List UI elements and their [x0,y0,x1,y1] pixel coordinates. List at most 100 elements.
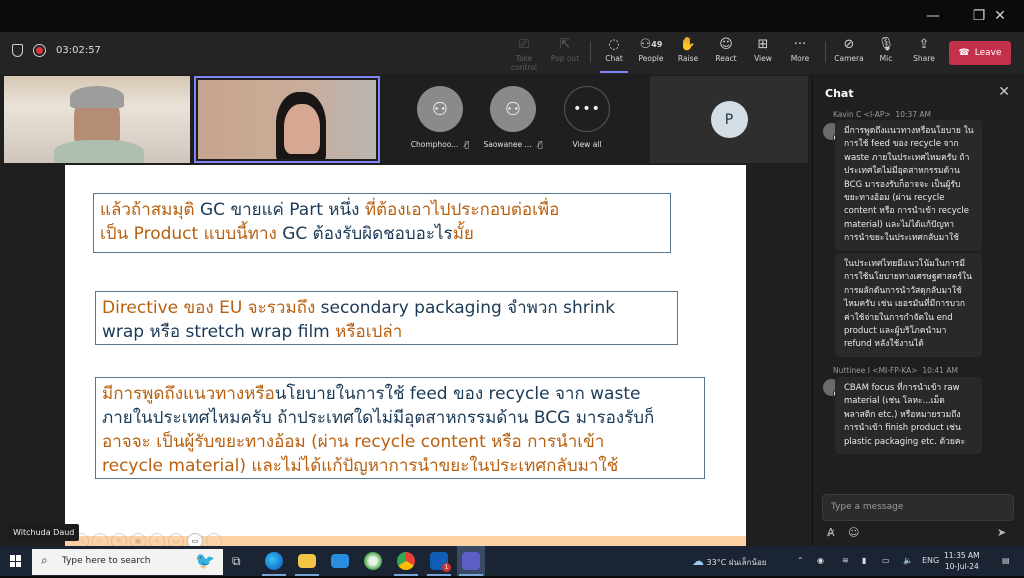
slide-text-run: wrap หรือ stretch wrap film [102,322,336,342]
chat-title: Chat [825,87,854,100]
people-label: People [638,54,664,63]
toolbar-divider [590,41,591,63]
send-icon[interactable]: ➤ [997,526,1006,539]
more-icon: ••• [564,86,610,132]
outlook-icon[interactable]: 1 [430,552,451,572]
slide-text-run: มั้ย [452,224,474,244]
react-label: React [715,54,737,63]
task-view-icon[interactable]: ⧉ [232,552,250,570]
person-icon: ⚇ [490,86,536,132]
slide-text-line: เป็น Product แบบนี้ทาง GC ต้องรับผิดชอบอ… [100,222,664,246]
network-icon[interactable]: ≋ [842,546,849,576]
record-icon[interactable]: ◉ [817,546,824,576]
weather-widget[interactable]: ☁ 33°C ฝนเล็กน้อย [692,546,766,578]
language-indicator[interactable]: ENG [922,546,939,576]
participant-saowanee[interactable]: ⚇ Saowanee ... 🎙̸ [478,86,548,149]
more-label: More [790,54,810,63]
battery-icon[interactable]: ▭ [882,546,890,576]
volume-icon[interactable]: 🔈 [903,546,913,576]
share-label: Share [913,54,935,63]
slide-text-run: แล้วถ้าสมมุติ [100,200,200,220]
windows-taskbar: ⌕ Type here to search 🐦 ⧉ 1 ☁ 33°C ฝนเล็… [0,546,1024,576]
taskbar-search-input[interactable]: ⌕ Type here to search 🐦 [32,549,223,575]
raise-label: Raise [677,54,699,63]
file-explorer-icon[interactable] [298,554,316,568]
slide-text-run: GC ขายแค่ Part หนึ่ง [200,200,365,220]
slide-text-run: หรือเปล่า [335,322,403,342]
more-icon: ··· [793,37,807,52]
meeting-timer: 03:02:57 [56,45,101,56]
notification-center-icon[interactable]: ▤ [1002,546,1010,576]
take-control-button[interactable]: ⎚ Take control [502,36,546,72]
mic-muted-icon: 🎙̸ [464,140,470,149]
avatar-initial: P [710,101,748,138]
view-all-label: View all [572,140,602,149]
format-icon[interactable]: A̷ [827,526,835,539]
mail-icon[interactable] [331,554,349,568]
slide-text-run: นโยบายในการใช้ feed ของ recycle จาก wast… [274,384,641,404]
slide-text-run: secondary packaging จำพวก shrink [320,298,616,318]
message-time: 10:37 AM [895,110,932,119]
pop-out-icon: ⇱ [559,37,571,52]
phone-hangup-icon: ☎ [958,48,970,58]
minimize-button[interactable]: — [918,6,948,26]
participant-p-tile[interactable]: P [650,76,808,163]
chat-message-bubble: CBAM focus ที่การนำเข้า raw material (เช… [835,377,982,455]
cloud-rain-icon: ☁ [692,554,704,568]
edge-icon[interactable] [265,552,283,570]
pop-out-button[interactable]: ⇱ Pop out [543,36,587,70]
participant-video-tile[interactable] [4,76,190,163]
active-speaker-video-tile[interactable] [194,76,380,163]
close-window-button[interactable]: ✕ [985,6,1015,26]
presenter-name-tag: Witchuda Daud [8,524,80,541]
slide-text-run: อาจจะ เป็นผู้รับขยะทางอ้อม (ผ่าน recycle… [102,432,605,452]
message-time: 10:41 AM [922,366,958,375]
slide-text-run: ที่ต้องเอาไปประกอบต่อเพื่อ [364,200,560,220]
slide-question-box-2: Directive ของ EU จะรวมถึง secondary pack… [95,291,678,345]
microphone-icon[interactable]: ▮ [862,546,866,576]
share-icon: ⇪ [918,37,930,52]
leave-button[interactable]: ☎ Leave [949,41,1011,65]
notification-badge: 1 [442,563,451,572]
weather-text: 33°C ฝนเล็กน้อย [706,558,767,567]
search-placeholder: Type here to search [62,556,151,566]
teams-taskbar-active[interactable] [457,546,485,576]
toolbar-divider [825,41,826,63]
message-author: Nuttinee I <MI-FP-KA> [833,366,918,375]
mic-label: Mic [879,54,893,63]
more-button[interactable]: ··· More [778,36,822,70]
mic-muted-icon: 🎙̸ [537,140,543,149]
take-control-label: Take control [511,54,537,72]
taskbar-clock[interactable]: 11:35 AM 10-Jul-24 [944,550,980,572]
toucan-icon: 🐦 [195,551,215,570]
chat-message-meta: Nuttinee I <MI-FP-KA> 10:41 AM [833,366,958,375]
participant-chomphoo[interactable]: ⚇ Chomphoo... 🎙̸ [405,86,475,149]
slide-text-line: wrap หรือ stretch wrap film หรือเปล่า [102,320,671,344]
close-icon[interactable]: ✕ [998,84,1010,100]
teams-icon [462,552,480,570]
pop-out-label: Pop out [550,54,580,63]
clock-time: 11:35 AM [944,551,980,560]
show-hidden-icons[interactable]: ⌃ [797,546,804,576]
chat-message-bubble: มีการพูดถึงแนวทางหรือนโยบาย ในการใช้ fee… [835,120,982,251]
camera-label: Camera [834,54,864,63]
participant-face [284,104,320,154]
slide-question-box-1: แล้วถ้าสมมุติ GC ขายแค่ Part หนึ่ง ที่ต้… [93,193,671,253]
people-count: 49 [651,40,663,49]
chrome-icon[interactable] [397,552,415,570]
clock-date: 10-Jul-24 [944,562,979,571]
slide-text-run: Directive ของ EU จะรวมถึง [102,298,321,318]
chat-compose-input[interactable]: Type a message [822,494,1014,521]
slide-text-run: ภายในประเทศไหมครับ ถ้าประเทศใดไม่มีอุตสา… [102,408,655,428]
person-icon: ⚇ [417,86,463,132]
slide-text-line: แล้วถ้าสมมุติ GC ขายแค่ Part หนึ่ง ที่ต้… [100,198,664,222]
browser-green-icon[interactable] [364,552,382,570]
view-all-button[interactable]: ••• View all [552,86,622,149]
chat-label: Chat [605,54,623,63]
slide-text-line: ภายในประเทศไหมครับ ถ้าประเทศใดไม่มีอุตสา… [102,406,698,430]
emoji-icon[interactable]: ☺ [848,526,859,539]
windows-start-icon[interactable] [10,555,22,567]
slide-text-line: มีการพูดถึงแนวทางหรือนโยบายในการใช้ feed… [102,382,698,406]
slide-text-run: recycle material) และไม่ได้แก้ปัญหาการนำ… [102,456,619,476]
share-button[interactable]: ⇪ Share [902,36,946,70]
